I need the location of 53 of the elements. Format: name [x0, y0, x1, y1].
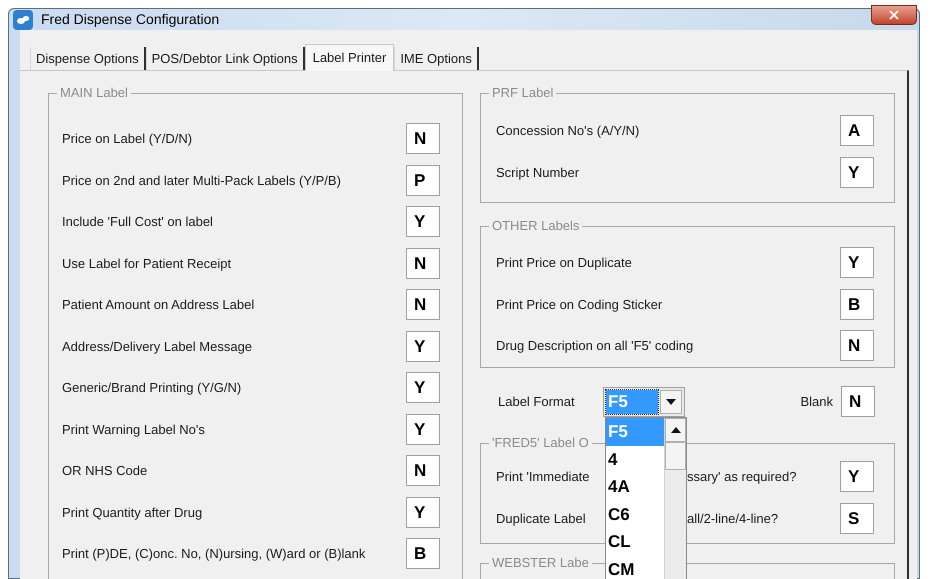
- value-field[interactable]: N: [840, 330, 874, 362]
- app-icon: [13, 10, 33, 30]
- value-field[interactable]: S: [840, 502, 874, 534]
- option-label: Concession No's (A/Y/N): [496, 122, 640, 140]
- option-label: Print Warning Label No's: [62, 420, 205, 439]
- option-label: Print Quantity after Drug: [62, 504, 202, 522]
- option-label: Duplicate Label: [496, 510, 587, 528]
- tab[interactable]: Label Printer: [304, 44, 394, 71]
- scrollbar[interactable]: [664, 418, 686, 579]
- label-format-label: Label Format: [498, 392, 576, 411]
- value-field[interactable]: Y: [840, 461, 874, 492]
- value-field[interactable]: B: [406, 538, 440, 570]
- option-label: Use Label for Patient Receipt: [62, 254, 232, 273]
- option-label: Script Number: [496, 164, 580, 182]
- option-label: Print 'Immediate: [496, 468, 591, 486]
- option-label: OR NHS Code: [62, 462, 148, 480]
- option-label: ssary' as required?: [687, 468, 796, 486]
- value-field[interactable]: N: [406, 455, 440, 486]
- value-field[interactable]: N: [406, 123, 440, 154]
- option-label: Include 'Full Cost' on label: [62, 213, 213, 231]
- option-label: Print (P)DE, (C)onc. No, (N)ursing, (W)ard or (B)lank: [62, 545, 366, 563]
- value-field[interactable]: N: [841, 386, 875, 417]
- value-field[interactable]: Y: [406, 372, 440, 404]
- tab[interactable]: Dispense Options: [30, 47, 146, 70]
- value-field[interactable]: P: [406, 164, 440, 196]
- window-title: Fred Dispense Configuration: [41, 10, 220, 29]
- combo-value: F5: [606, 390, 658, 414]
- option-label: Price on Label (Y/D/N): [62, 130, 192, 148]
- option-label: Drug Description on all 'F5' coding: [496, 337, 694, 355]
- option-label: Print Price on Coding Sticker: [496, 296, 662, 314]
- close-icon: [887, 8, 901, 22]
- option-label: Print Price on Duplicate: [496, 254, 632, 272]
- value-field[interactable]: Y: [406, 496, 440, 528]
- close-button[interactable]: [871, 4, 917, 24]
- value-field[interactable]: A: [840, 115, 874, 146]
- value-field[interactable]: Y: [840, 247, 874, 278]
- value-field[interactable]: B: [840, 288, 874, 320]
- option-label: Price on 2nd and later Multi-Pack Labels (Y/P/B): [62, 172, 341, 190]
- blank-label: Blank: [800, 392, 833, 411]
- option-label: all/2-line/4-line?: [687, 510, 778, 528]
- value-field[interactable]: N: [406, 289, 440, 320]
- tab[interactable]: IME Options: [394, 47, 479, 70]
- value-field[interactable]: Y: [406, 206, 440, 238]
- tab[interactable]: POS/Debtor Link Options: [146, 47, 305, 70]
- scroll-up-icon[interactable]: [665, 418, 686, 442]
- value-field[interactable]: Y: [840, 156, 874, 188]
- option-label: Address/Delivery Label Message: [62, 338, 252, 356]
- value-field[interactable]: Y: [406, 414, 440, 445]
- value-field[interactable]: Y: [406, 330, 440, 362]
- value-field[interactable]: N: [406, 248, 440, 279]
- option-label: Patient Amount on Address Label: [62, 296, 254, 314]
- option-label: Generic/Brand Printing (Y/G/N): [62, 379, 242, 397]
- scroll-thumb[interactable]: [665, 442, 686, 470]
